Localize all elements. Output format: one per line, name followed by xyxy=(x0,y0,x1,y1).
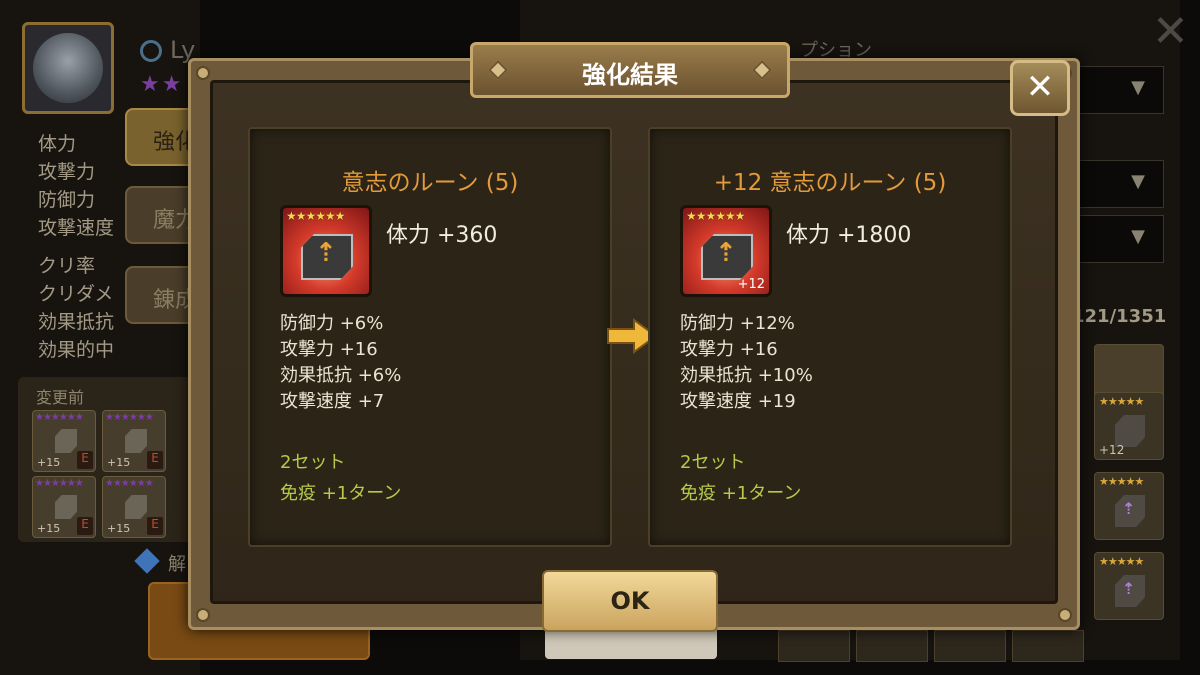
rune-inventory-slot[interactable]: ★★★★★ ⇡ xyxy=(1094,552,1164,620)
wind-element-icon xyxy=(140,40,162,62)
stat-label: 攻撃力 xyxy=(38,161,96,183)
stat-label: 体力 xyxy=(38,133,77,155)
set-count: 2セット xyxy=(280,452,346,473)
rune-count: 121/1351 xyxy=(1072,306,1167,327)
rune-inventory-slot[interactable] xyxy=(856,630,928,662)
rune-stars: ★★★★★★ xyxy=(686,209,746,223)
corner-ornament xyxy=(1058,608,1072,622)
equipped-rune-slot[interactable]: ★★★★★★ +15 E xyxy=(102,410,166,472)
monster-stat-list: 体力 攻撃力 防御力 攻撃速度 クリ率 クリダメ 効果抵抗 効果的中 xyxy=(38,130,114,364)
rune-stars: ★★★★★★ xyxy=(286,209,346,223)
sub-stat: 攻撃力 +16 xyxy=(280,339,378,360)
rune-main-stat: 体力 +1800 xyxy=(786,223,912,248)
rune-title: 意志のルーン (5) xyxy=(341,170,519,196)
filter-dropdown[interactable]: ▼ xyxy=(1070,66,1164,114)
rune-main-stat: 体力 +360 xyxy=(386,223,498,248)
rune-icon: ★★★★★★ ⇡ +12 xyxy=(680,205,772,297)
rune-sub-stats: 防御力 +12% 攻撃力 +16 効果抵抗 +10% 攻撃速度 +19 xyxy=(680,311,813,415)
sub-stat: 攻撃力 +16 xyxy=(680,339,778,360)
stat-label: 攻撃速度 xyxy=(38,217,115,239)
ok-button[interactable]: OK xyxy=(542,570,718,632)
close-icon: ✕ xyxy=(1025,67,1055,107)
monster-portrait[interactable] xyxy=(22,22,114,114)
diamond-ornament-icon xyxy=(752,60,772,80)
corner-ornament xyxy=(196,608,210,622)
before-label: 変更前 xyxy=(36,388,85,407)
rune-before-panel: 意志のルーン (5) ★★★★★★ ⇡ 体力 +360 防御力 +6% 攻撃力 … xyxy=(248,127,612,547)
set-count: 2セット xyxy=(680,452,746,473)
corner-ornament xyxy=(196,66,210,80)
filter-dropdown[interactable]: ▼ xyxy=(1070,215,1164,263)
chevron-down-icon: ▼ xyxy=(1131,226,1145,247)
stat-label: 効果抵抗 xyxy=(38,311,115,333)
rune-icon xyxy=(55,495,77,519)
sub-stat: 攻撃速度 +19 xyxy=(680,391,796,412)
chevron-down-icon: ▼ xyxy=(1131,77,1145,98)
will-rune-glyph-icon: ⇡ xyxy=(315,238,337,268)
set-effect: 免疫 +1ターン xyxy=(280,483,402,504)
diamond-ornament-icon xyxy=(488,60,508,80)
rune-sub-stats: 防御力 +6% 攻撃力 +16 効果抵抗 +6% 攻撃速度 +7 xyxy=(280,311,401,415)
rune-inventory-slot[interactable] xyxy=(934,630,1006,662)
filter-dropdown[interactable]: ▼ xyxy=(1070,160,1164,208)
equipped-rune-slot[interactable]: ★★★★★★ +15 E xyxy=(102,476,166,538)
rune-inventory-slot[interactable] xyxy=(778,630,850,662)
rune-inventory-slot[interactable]: ★★★★★ ⇡ xyxy=(1094,472,1164,540)
monster-stars: ★★ xyxy=(140,72,184,97)
rune-set-bonus: 2セット 免疫 +1ターン xyxy=(280,447,401,509)
rune-level: +12 xyxy=(737,277,765,292)
will-rune-glyph-icon: ⇡ xyxy=(715,238,737,268)
stat-label: クリ率 xyxy=(38,255,96,277)
rune-title: +12 意志のルーン (5) xyxy=(713,170,947,196)
rune-glyph-icon: ⇡ xyxy=(1122,579,1136,598)
stat-label: クリダメ xyxy=(38,283,114,305)
unequip-label: 解 xyxy=(168,554,186,575)
monster-face xyxy=(33,33,103,103)
modal-title: 強化結果 xyxy=(582,61,678,89)
sub-stat: 防御力 +6% xyxy=(280,313,384,334)
stat-label: 効果的中 xyxy=(38,339,115,361)
set-effect: 免疫 +1ターン xyxy=(680,483,802,504)
rune-icon xyxy=(125,429,147,453)
rune-icon xyxy=(55,429,77,453)
chevron-down-icon: ▼ xyxy=(1131,171,1145,192)
rune-icon xyxy=(125,495,147,519)
rune-icon: ★★★★★★ ⇡ xyxy=(280,205,372,297)
sub-stat: 効果抵抗 +6% xyxy=(280,365,402,386)
equipped-rune-slot[interactable]: ★★★★★★ +15 E xyxy=(32,476,96,538)
rune-inventory-slot[interactable]: ★★★★★ +12 xyxy=(1094,392,1164,460)
sub-stat: 防御力 +12% xyxy=(680,313,795,334)
close-button[interactable]: ✕ xyxy=(1010,60,1070,116)
rune-after-panel: +12 意志のルーン (5) ★★★★★★ ⇡ +12 体力 +1800 防御力… xyxy=(648,127,1012,547)
sub-stat: 効果抵抗 +10% xyxy=(680,365,813,386)
modal-title-plate: 強化結果 xyxy=(470,42,790,98)
close-icon[interactable]: ✕ xyxy=(1152,6,1189,57)
sub-stat: 攻撃速度 +7 xyxy=(280,391,385,412)
equipped-rune-slot[interactable]: ★★★★★★ +15 E xyxy=(32,410,96,472)
rune-set-bonus: 2セット 免疫 +1ターン xyxy=(680,447,801,509)
rune-inventory-slot[interactable] xyxy=(1012,630,1084,662)
stat-label: 防御力 xyxy=(38,189,96,211)
rune-glyph-icon: ⇡ xyxy=(1122,499,1136,518)
